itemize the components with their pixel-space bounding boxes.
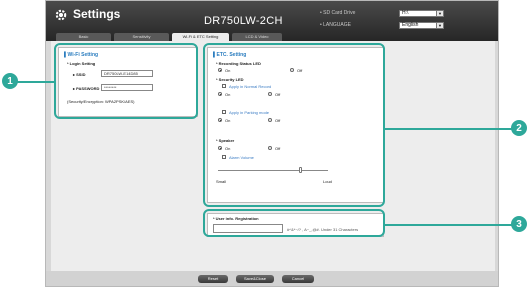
- etc-highlight-box: [203, 43, 385, 207]
- tab-lcd-video[interactable]: LCD & Video: [232, 33, 282, 41]
- window-title: Settings: [73, 7, 121, 21]
- callout-3: 3: [511, 216, 527, 232]
- sd-card-drive-value: H:\: [402, 10, 409, 16]
- language-label: • LANGUAGE: [320, 22, 351, 28]
- language-value: English: [402, 22, 419, 28]
- cancel-button[interactable]: Cancel: [282, 275, 314, 283]
- chevron-down-icon: ▼: [436, 11, 443, 16]
- language-select[interactable]: English ▼: [399, 22, 444, 29]
- sd-card-drive-label: • SD Card Drive: [320, 10, 356, 16]
- button-bar: Reset Save&Close Cancel: [46, 271, 498, 286]
- tab-bar: Basic Sensitivity Wi-Fi & ETC Setting LC…: [56, 33, 282, 41]
- callout-line-3: [384, 224, 512, 226]
- gear-icon: [55, 9, 67, 21]
- tab-basic[interactable]: Basic: [56, 33, 111, 41]
- callout-1: 1: [2, 73, 18, 89]
- save-close-button[interactable]: Save&Close: [236, 275, 274, 283]
- sd-card-drive-select[interactable]: H:\ ▼: [399, 10, 444, 17]
- chevron-down-icon: ▼: [436, 23, 443, 28]
- callout-line-2: [384, 128, 512, 130]
- model-name: DR750LW-2CH: [204, 15, 283, 27]
- tab-sensitivity[interactable]: Sensitivity: [114, 33, 169, 41]
- callout-2: 2: [511, 120, 527, 136]
- callout-line-1: [16, 81, 55, 83]
- wifi-highlight-box: [54, 43, 198, 119]
- reset-button[interactable]: Reset: [198, 275, 228, 283]
- title-bar: Settings DR750LW-2CH • SD Card Drive H:\…: [46, 1, 498, 41]
- tab-wifi-etc-setting[interactable]: Wi-Fi & ETC Setting: [172, 33, 229, 41]
- user-info-highlight-box: [203, 209, 385, 237]
